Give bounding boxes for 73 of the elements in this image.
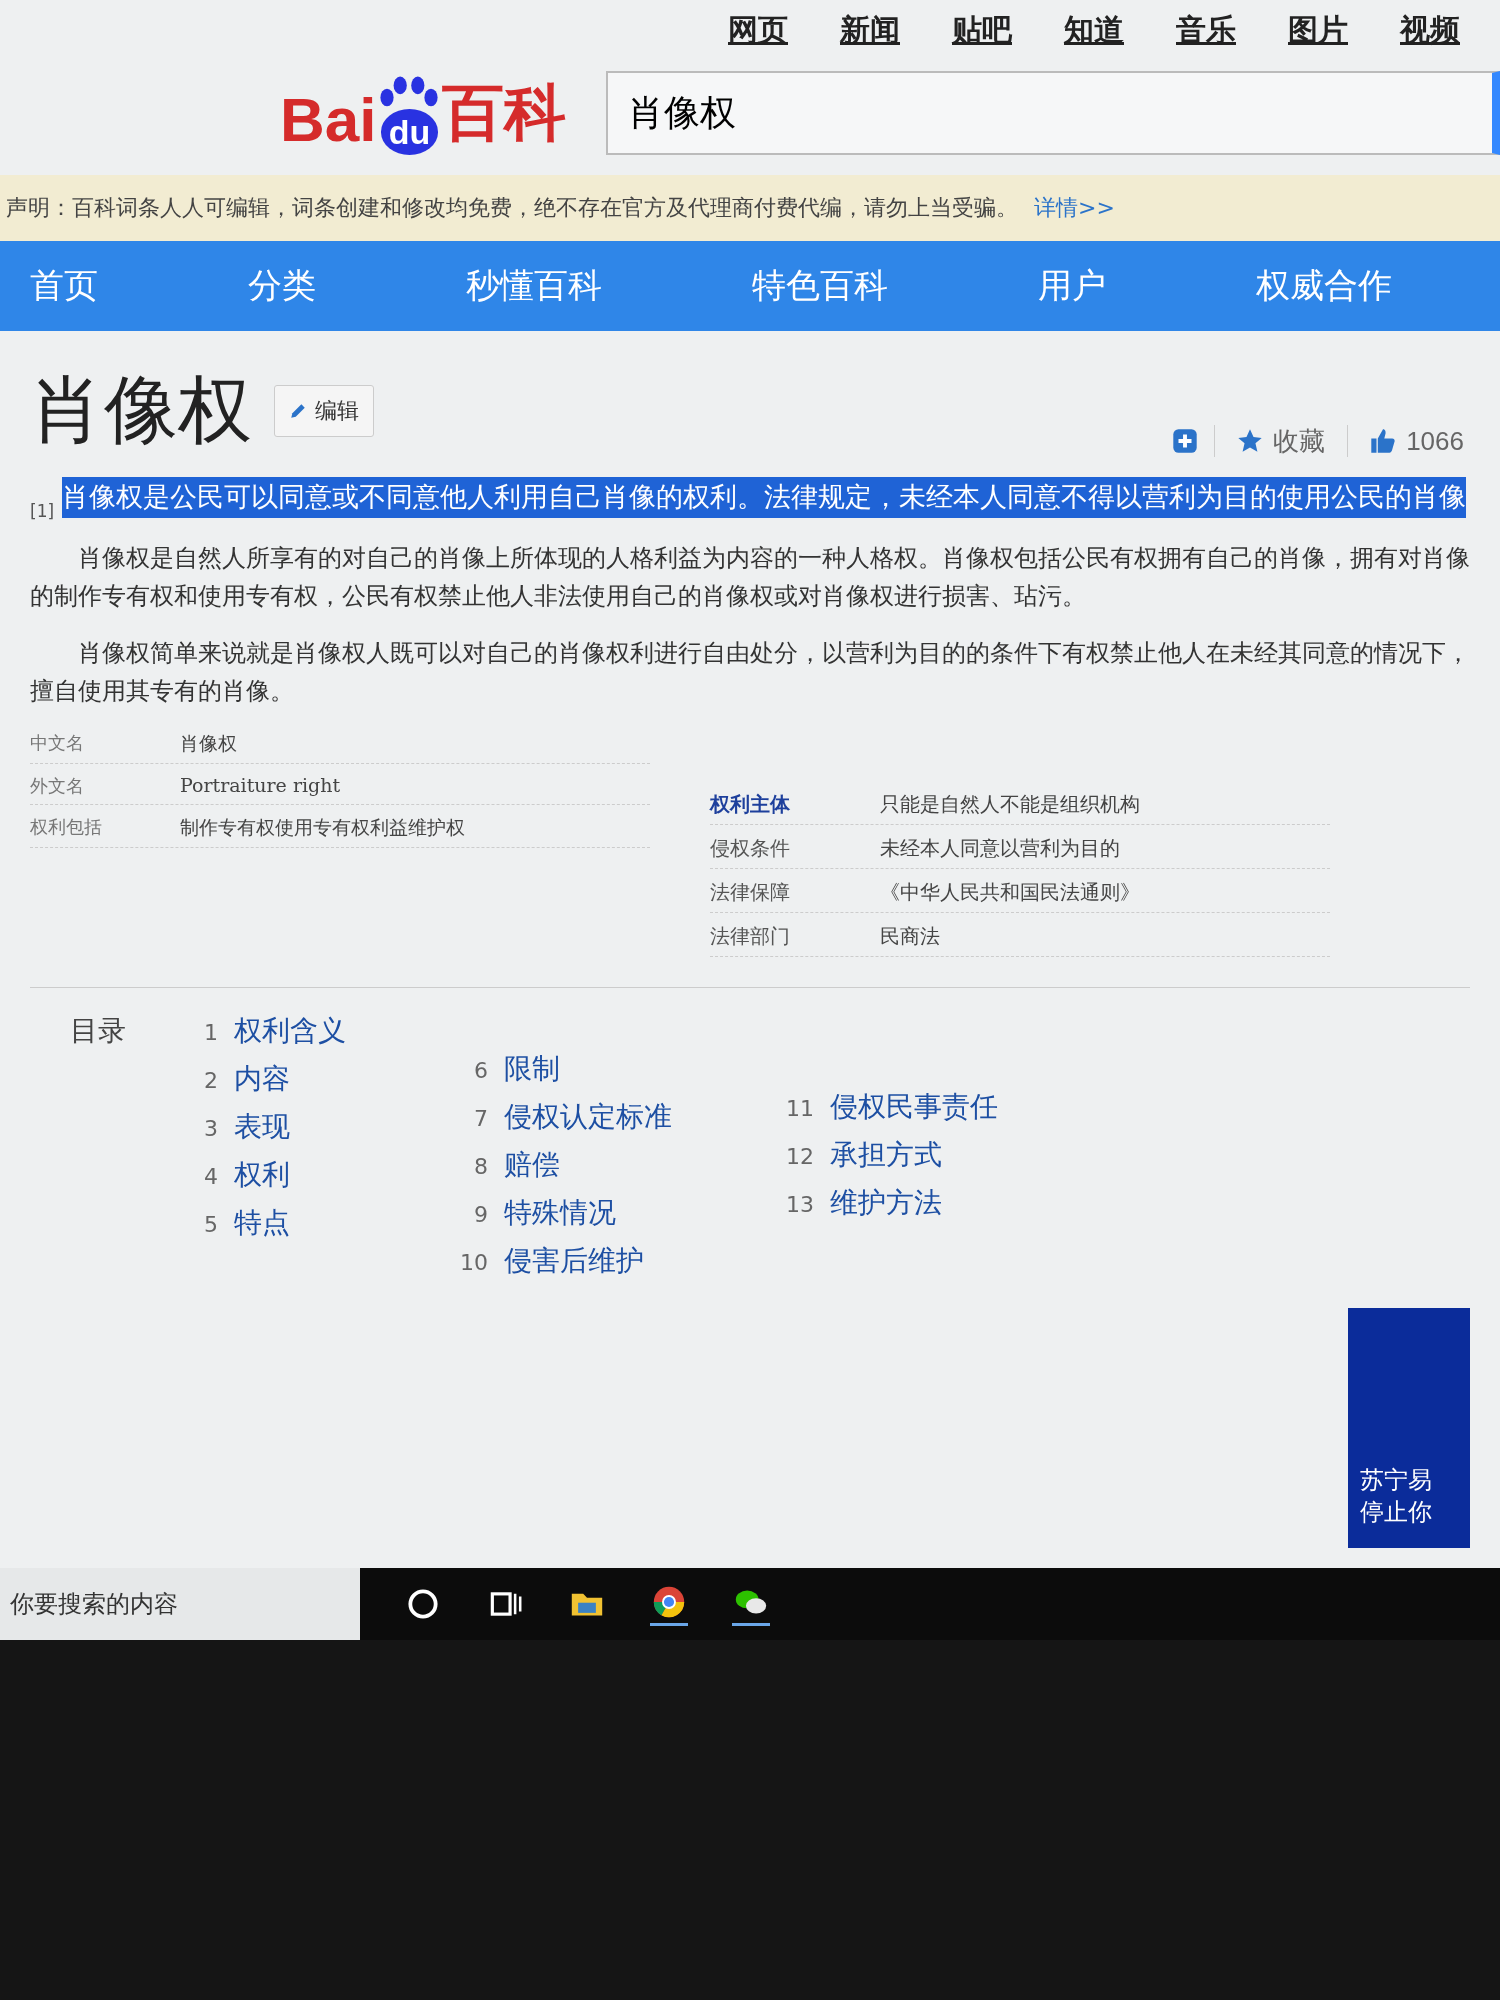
toc-number: 5 <box>203 1211 218 1237</box>
nav-item[interactable]: 用户 <box>1038 263 1106 309</box>
info-label: 法律保障 <box>710 878 791 906</box>
toc-number: 10 <box>459 1249 488 1275</box>
plus-icon[interactable] <box>1172 428 1199 454</box>
nav-item[interactable]: 首页 <box>30 263 98 309</box>
toc-number: 13 <box>785 1191 814 1217</box>
info-label[interactable]: 权利主体 <box>710 790 880 818</box>
top-nav-link[interactable]: 音乐 <box>1176 10 1236 51</box>
nav-item[interactable]: 分类 <box>248 263 316 309</box>
ad-text: 苏宁易 <box>1360 1465 1433 1496</box>
taskbar-search-field[interactable]: 你要搜索的内容 <box>0 1568 360 1640</box>
toc-link[interactable]: 权利 <box>234 1155 290 1194</box>
toc-number: 11 <box>785 1095 814 1121</box>
toc-number: 12 <box>785 1143 814 1169</box>
top-nav-link[interactable]: 新闻 <box>840 10 900 51</box>
top-nav-link[interactable]: 图片 <box>1288 10 1348 51</box>
paragraph: 肖像权简单来说就是肖像权人既可以对自己的肖像权利进行自由处分，以营利为目的的条件下有权禁止他人在未经其同意的情况下，擅自使用其专有的肖像。 <box>30 637 1470 708</box>
toc-link[interactable]: 表现 <box>234 1107 290 1146</box>
search-field[interactable]: 肖像权 <box>606 71 1500 155</box>
toc-link[interactable]: 权利含义 <box>234 1011 346 1050</box>
top-nav-link[interactable]: 贴吧 <box>952 10 1012 51</box>
details-link[interactable]: 详情>> <box>1034 193 1115 223</box>
favorite-button[interactable]: 收藏 <box>1231 422 1332 460</box>
toc-link[interactable]: 内容 <box>234 1059 290 1098</box>
toc-link[interactable]: 限制 <box>504 1049 560 1088</box>
info-value: 未经本人同意以营利为目的 <box>880 834 1120 862</box>
top-nav-link[interactable]: 知道 <box>1064 10 1124 51</box>
toc-number: 4 <box>203 1163 218 1189</box>
toc-link[interactable]: 特殊情况 <box>504 1193 616 1232</box>
info-value: 《中华人民共和国民法通则》 <box>880 878 1140 906</box>
info-value: 肖像权 <box>180 730 237 756</box>
nav-item[interactable]: 秒懂百科 <box>466 263 602 309</box>
toc-link[interactable]: 侵权民事责任 <box>830 1087 998 1126</box>
info-label: 侵权条件 <box>710 834 791 862</box>
toc-number: 2 <box>203 1067 218 1093</box>
toc-link[interactable]: 侵害后维护 <box>504 1241 644 1280</box>
like-button[interactable]: 1066 <box>1364 424 1470 458</box>
toc-number: 1 <box>203 1019 218 1045</box>
star-icon <box>1237 428 1264 454</box>
info-value: 只能是自然人不能是组织机构 <box>880 790 1140 818</box>
toc-link[interactable]: 维护方法 <box>830 1183 942 1222</box>
nav-item[interactable]: 特色百科 <box>752 263 888 309</box>
edit-button[interactable]: 编辑 <box>274 385 374 437</box>
summary-text: 肖像权是公民可以同意或不同意他人利用自己肖像的权利。法律规定，未经本人同意不得以营利为目的使用公民的肖像 <box>62 477 1467 518</box>
ad-text: 停止你 <box>1360 1497 1433 1528</box>
info-value: 民商法 <box>880 922 940 950</box>
paragraph: 肖像权是自然人所享有的对自己的肖像上所体现的人格利益为内容的一种人格权。肖像权包括公民有权拥有自己的肖像，拥有对肖像的制作专有权和使用专有权，公民有权禁止他人非法使用自己的肖像权或对肖像权进行损害、玷污。 <box>30 543 1470 613</box>
notice-text: 声明：百科词条人人可编辑，词条创建和修改均免费，绝不存在官方及代理商付费代编，请勿上当受骗。 <box>6 194 1018 222</box>
info-label: 外文名 <box>30 773 85 798</box>
nav-item[interactable]: 权威合作 <box>1256 263 1392 309</box>
toc-number: 7 <box>473 1105 488 1131</box>
thumbs-up-icon <box>1370 428 1397 454</box>
info-label: 法律部门 <box>710 922 791 950</box>
info-value: Portraiture right <box>180 773 341 798</box>
toc-number: 6 <box>473 1057 488 1083</box>
toc-link[interactable]: 侵权认定标准 <box>504 1097 672 1136</box>
toc-heading: 目录 <box>70 1012 126 1049</box>
toc-link[interactable]: 赔偿 <box>504 1145 560 1184</box>
toc-link[interactable]: 特点 <box>234 1203 290 1242</box>
pencil-icon <box>289 402 307 420</box>
info-label: 中文名 <box>30 730 85 755</box>
reference-mark[interactable]: [1] <box>30 501 55 521</box>
toc-number: 8 <box>473 1153 488 1179</box>
top-nav-link[interactable]: 视频 <box>1400 10 1460 51</box>
toc-link[interactable]: 承担方式 <box>830 1135 942 1174</box>
info-label: 权利包括 <box>30 814 103 839</box>
ad-banner[interactable]: 苏宁易 停止你 <box>1348 1308 1470 1548</box>
toc-number: 9 <box>473 1201 488 1227</box>
top-nav-link[interactable]: 网页 <box>728 10 788 51</box>
article-title: 肖像权 <box>30 365 252 454</box>
toc-number: 3 <box>203 1115 218 1141</box>
info-value: 制作专有权使用专有权利益维护权 <box>180 814 465 840</box>
